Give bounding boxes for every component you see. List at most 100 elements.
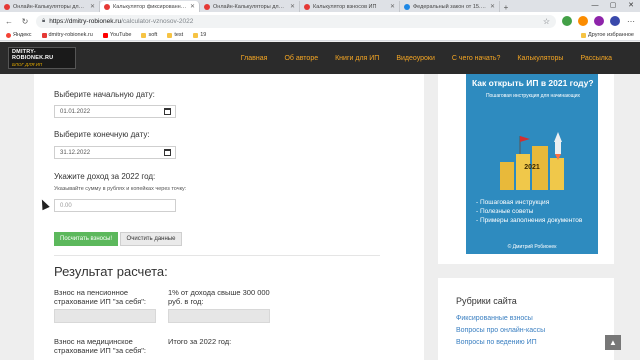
folder-icon (193, 32, 199, 38)
bookmark-label: soft (148, 32, 158, 38)
youtube-icon (102, 32, 108, 38)
close-window-icon[interactable]: ✕ (622, 0, 640, 12)
pension-label: Взнос на пенсионное страхование ИП "за с… (54, 288, 147, 306)
bookmark-label: YouTube (109, 32, 132, 38)
browser-tab-4[interactable]: Калькулятор взносов ИП ✕ (300, 1, 400, 12)
banner-author: © Дмитрий Робионек (507, 244, 557, 250)
folder-icon (167, 32, 173, 38)
rubric-link[interactable]: Фиксированные взносы (456, 315, 614, 322)
bookmark-label: Другое избранное (588, 32, 634, 38)
calculator-card: Выберите начальную дату: 01.01.2022 Выбе… (34, 74, 424, 360)
new-tab-icon[interactable]: + (500, 3, 512, 12)
tab-close-icon[interactable]: ✕ (490, 3, 495, 10)
browser-tab-bar: Онлайн-Калькуляторы для ИП ✕ Калькулятор… (0, 0, 640, 12)
menu-item-books[interactable]: Книги для ИП (335, 55, 379, 62)
rubric-link[interactable]: Вопросы по ведению ИП (456, 339, 614, 346)
bookmark-label: test (174, 32, 184, 38)
rubric-link[interactable]: Вопросы про онлайн-кассы (456, 327, 614, 334)
browser-tab-5[interactable]: Федеральный закон от 15.10.2 ✕ (400, 1, 500, 12)
back-icon[interactable]: ← (4, 17, 14, 26)
tab-title: Калькулятор фиксированных вз (113, 3, 187, 10)
menu-item-home[interactable]: Главная (241, 55, 268, 62)
minimize-icon[interactable]: — (586, 0, 604, 12)
menu-item-start[interactable]: С чего начать? (452, 55, 501, 62)
menu-item-calculators[interactable]: Калькуляторы (517, 55, 563, 62)
start-date-value: 01.01.2022 (60, 108, 91, 115)
browser-tab-3[interactable]: Онлайн-Калькуляторы для ИП ✕ (200, 1, 300, 12)
bookmark-youtube[interactable]: YouTube (102, 32, 132, 38)
menu-item-about[interactable]: Об авторе (284, 55, 318, 62)
tab-title: Федеральный закон от 15.10.2 (413, 3, 487, 10)
site-favicon-icon (4, 3, 10, 10)
logo-tagline: БЛОГ ДЛЯ ИП (12, 62, 43, 67)
site-navigation: DMITRY-ROBIONEK.RU БЛОГ ДЛЯ ИП Главная О… (0, 42, 640, 74)
rubrics-title: Рубрики сайта (456, 296, 517, 306)
site-favicon-icon (304, 3, 310, 10)
banner-title: Как открыть ИП в 2021 году? (472, 78, 594, 88)
bookmark-folder-soft[interactable]: soft (141, 32, 157, 38)
yandex-icon (6, 32, 11, 38)
favorite-star-icon[interactable]: ☆ (543, 17, 550, 26)
income-label: Укажите доход за 2022 год: (54, 172, 156, 181)
extension-icon[interactable] (578, 16, 588, 26)
bookmark-site[interactable]: dmitry-robionek.ru (41, 32, 93, 38)
url-path: /calculator-vznosov-2022 (121, 17, 194, 25)
banner-bullet: - Примеры заполнения документов (476, 217, 583, 224)
calendar-icon[interactable] (164, 108, 171, 115)
tab-title: Онлайн-Калькуляторы для ИП (213, 3, 287, 10)
extension-icon[interactable] (562, 16, 572, 26)
lock-icon: 🔒︎ (42, 17, 46, 24)
arrow-up-icon: ▲ (609, 338, 617, 347)
clear-button[interactable]: Очистить данные (120, 232, 182, 246)
sidebar-banner-card: Как открыть ИП в 2021 году? Пошаговая ин… (438, 74, 614, 264)
logo-title: DMITRY-ROBIONEK.RU (12, 49, 54, 61)
tab-title: Калькулятор взносов ИП (313, 3, 377, 10)
calculate-button[interactable]: Посчитать взносы! (54, 232, 118, 246)
pension-output (54, 309, 156, 323)
tab-close-icon[interactable]: ✕ (390, 3, 395, 10)
start-date-label: Выберите начальную дату: (54, 90, 155, 99)
end-date-input[interactable]: 31.12.2022 (54, 146, 176, 159)
bookmark-folder-test[interactable]: test (167, 32, 183, 38)
site-logo[interactable]: DMITRY-ROBIONEK.RU БЛОГ ДЛЯ ИП (8, 47, 76, 69)
browser-tab-1[interactable]: Онлайн-Калькуляторы для ИП ✕ (0, 1, 100, 12)
extension-icon[interactable] (594, 16, 604, 26)
income-input[interactable]: 0.00 (54, 199, 176, 212)
one-percent-output (168, 309, 270, 323)
medical-label: Взнос на медицинское страхование ИП "за … (54, 337, 147, 355)
bookmarks-bar: Яндекс dmitry-robionek.ru YouTube soft t… (0, 30, 640, 41)
bookmark-folder-19[interactable]: 19 (193, 32, 206, 38)
book-banner[interactable]: Как открыть ИП в 2021 году? Пошаговая ин… (466, 74, 598, 254)
result-title: Результат расчета: (54, 264, 168, 279)
site-favicon-icon (204, 3, 210, 10)
reload-icon[interactable]: ↻ (20, 17, 30, 26)
divider (54, 255, 380, 256)
tab-close-icon[interactable]: ✕ (90, 3, 95, 10)
address-bar: ← ↻ 🔒︎ https://dmitry-robionek.ru/calcul… (0, 12, 640, 30)
profile-avatar-icon[interactable] (610, 16, 620, 26)
calendar-icon[interactable] (164, 149, 171, 156)
banner-year: 2021 (524, 164, 540, 171)
browser-tab-2[interactable]: Калькулятор фиксированных вз ✕ (100, 1, 200, 12)
banner-bullet: - Пошаговая инструкция (476, 199, 550, 206)
start-date-input[interactable]: 01.01.2022 (54, 105, 176, 118)
more-menu-icon[interactable]: ⋯ (626, 17, 636, 26)
menu-item-video[interactable]: Видеоуроки (396, 55, 435, 62)
bookmark-label: Яндекс (13, 32, 32, 38)
url-input[interactable]: 🔒︎ https://dmitry-robionek.ru/calculator… (36, 14, 556, 28)
site-favicon-icon (404, 3, 410, 10)
other-bookmarks[interactable]: Другое избранное (581, 32, 634, 38)
rubrics-widget: Рубрики сайта Фиксированные взносы Вопро… (438, 278, 614, 360)
one-percent-label: 1% от дохода свыше 300 000 руб. в год: (168, 288, 270, 306)
income-placeholder: 0.00 (60, 202, 72, 209)
scroll-to-top-button[interactable]: ▲ (605, 335, 621, 350)
main-menu: Главная Об авторе Книги для ИП Видеоурок… (241, 55, 612, 62)
tab-close-icon[interactable]: ✕ (190, 3, 195, 10)
site-favicon-icon (104, 3, 110, 10)
maximize-icon[interactable]: ▢ (604, 0, 622, 12)
coins-rocket-illustration (500, 132, 564, 190)
tab-title: Онлайн-Калькуляторы для ИП (13, 3, 87, 10)
bookmark-yandex[interactable]: Яндекс (6, 32, 32, 38)
menu-item-newsletter[interactable]: Рассылка (580, 55, 612, 62)
tab-close-icon[interactable]: ✕ (290, 3, 295, 10)
